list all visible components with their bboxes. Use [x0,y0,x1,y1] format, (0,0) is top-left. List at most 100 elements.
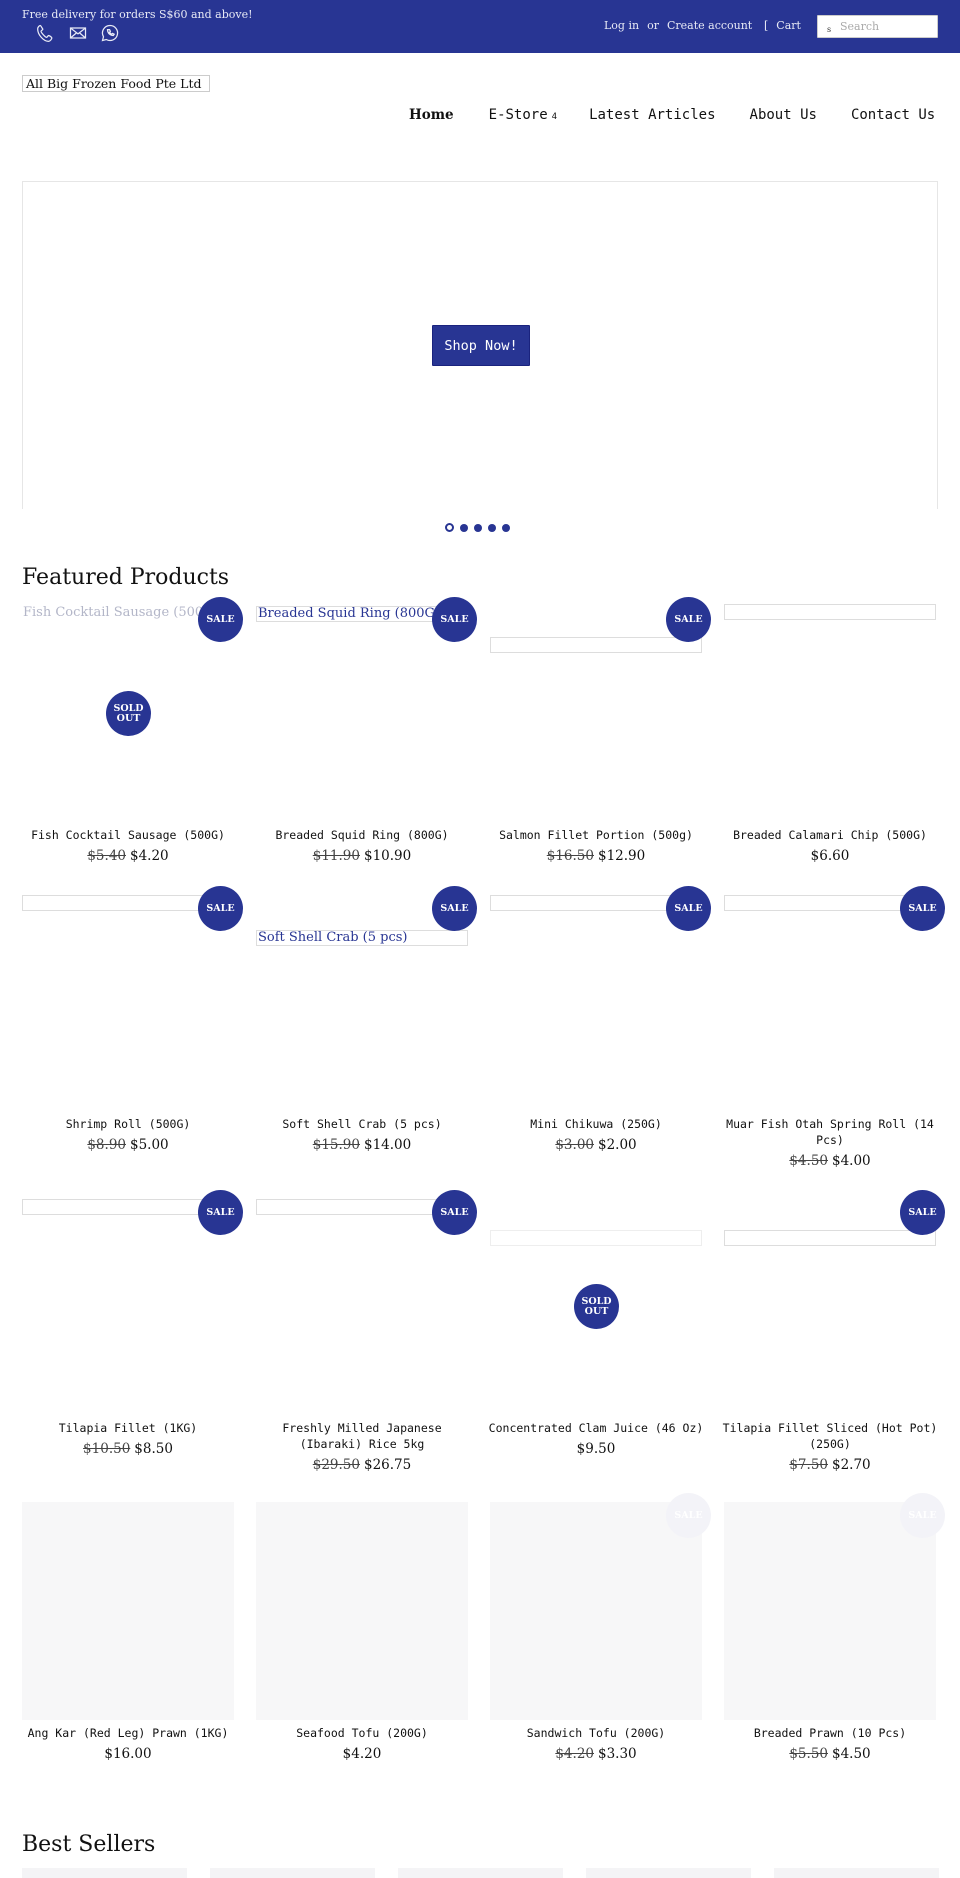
product-card[interactable]: Fish Cocktail Sausage (500G) SALE SOLD OU… [22,597,243,867]
sale-price: $2.70 [832,1457,871,1473]
product-name[interactable]: Seafood Tofu (200G) [250,1725,474,1741]
product-name[interactable]: Fish Cocktail Sausage (500G) [16,827,240,843]
shop-now-button[interactable]: Shop Now! [432,325,530,366]
product-card[interactable]: SALE Salmon Fillet Portion (500g) $16.50… [490,597,711,867]
sale-badge: SALE [666,886,711,931]
sale-badge: SALE [198,597,243,642]
original-price: $5.50 [789,1746,828,1762]
sale-badge: SALE [900,886,945,931]
sale-price: $4.50 [832,1746,871,1762]
product-name[interactable]: Shrimp Roll (500G) [16,1116,240,1132]
login-link[interactable]: Log in [604,19,639,32]
product-price: $7.50 $2.70 [724,1457,936,1473]
create-account-link[interactable]: Create account [667,19,752,32]
original-price: $7.50 [789,1457,828,1473]
chevron-down-icon: 4 [551,112,558,122]
slide-dot-1[interactable] [445,523,454,532]
nav-estore[interactable]: E-Store 4 [489,107,557,123]
product-card[interactable]: SALE Tilapia Fillet Sliced (Hot Pot) (25… [723,1190,945,1480]
product-image[interactable] [22,1502,234,1720]
product-image[interactable] [256,1502,468,1720]
best-seller-tile[interactable] [22,1868,187,1878]
sale-badge: SALE [666,1493,711,1538]
product-card[interactable]: Seafood Tofu (200G) $4.20 [256,1502,468,1772]
search-icon[interactable]: s [827,25,831,34]
regular-price: $9.50 [576,1441,616,1457]
slide-dot-2[interactable] [460,523,468,532]
phone-icon[interactable] [36,23,56,43]
product-card[interactable]: Soft Shell Crab (5 pcs) SALE Soft Shell … [256,886,477,1176]
original-price: $4.20 [555,1746,594,1762]
product-price: $8.90 $5.00 [22,1137,234,1153]
nav-contact-us[interactable]: Contact Us [851,107,935,123]
main-nav: Home E-Store 4 Latest Articles About Us C… [409,107,935,123]
product-name[interactable]: Breaded Prawn (10 Pcs) [718,1725,942,1741]
search-input[interactable] [840,17,935,36]
best-seller-tile[interactable] [586,1868,751,1878]
sale-price: $14.00 [364,1137,412,1153]
product-price: $5.40 $4.20 [22,848,234,864]
product-name[interactable]: Concentrated Clam Juice (46 Oz) [484,1420,708,1436]
product-name[interactable]: Salmon Fillet Portion (500g) [484,827,708,843]
product-name[interactable]: Breaded Calamari Chip (500G) [718,827,942,843]
product-card[interactable]: SALE Shrimp Roll (500G) $8.90 $5.00 [22,886,243,1176]
product-card[interactable]: SALE Breaded Prawn (10 Pcs) $5.50 $4.50 [724,1493,945,1772]
sale-price: $4.00 [832,1153,871,1169]
hero-slideshow: Shop Now! [22,181,938,509]
product-name[interactable]: Sandwich Tofu (200G) [484,1725,708,1741]
product-price: $10.50 $8.50 [22,1441,234,1457]
best-seller-tile[interactable] [210,1868,375,1878]
product-name[interactable]: Muar Fish Otah Spring Roll (14 Pcs) [718,1116,942,1148]
sale-price: $2.00 [598,1137,637,1153]
product-card[interactable]: Breaded Squid Ring (800G) SALE Breaded S… [256,597,477,867]
product-name[interactable]: Ang Kar (Red Leg) Prawn (1KG) [16,1725,240,1741]
nav-about-us[interactable]: About Us [750,107,817,123]
slide-dot-3[interactable] [474,523,482,532]
product-name[interactable]: Mini Chikuwa (250G) [484,1116,708,1132]
product-card[interactable]: SALE Muar Fish Otah Spring Roll (14 Pcs)… [724,886,945,1176]
product-card[interactable]: SALE Sandwich Tofu (200G) $4.20 $3.30 [490,1493,711,1772]
product-card[interactable]: SALE Mini Chikuwa (250G) $3.00 $2.00 [490,886,711,1176]
best-seller-tile[interactable] [774,1868,939,1878]
product-image-alt [490,637,702,653]
original-price: $10.50 [83,1441,131,1457]
product-name[interactable]: Tilapia Fillet Sliced (Hot Pot) (250G) [718,1420,942,1452]
whatsapp-icon[interactable] [100,23,120,43]
slide-dot-4[interactable] [488,523,496,532]
best-seller-tile[interactable] [398,1868,563,1878]
slide-dot-5[interactable] [502,523,510,532]
sale-price: $10.90 [364,848,412,864]
site-logo[interactable]: All Big Frozen Food Pte Ltd [22,75,210,92]
product-card[interactable]: Breaded Calamari Chip (500G) $6.60 [724,597,936,867]
product-price: $6.60 [724,848,936,864]
product-image[interactable] [724,1502,936,1720]
product-price: $11.90 $10.90 [256,848,468,864]
cart-link[interactable]: [ Cart [764,19,801,32]
product-name[interactable]: Tilapia Fillet (1KG) [16,1420,240,1436]
product-price: $16.00 [22,1746,234,1762]
mail-icon[interactable] [68,23,88,43]
nav-home[interactable]: Home [409,107,454,123]
regular-price: $16.00 [104,1746,152,1762]
product-image-alt: Soft Shell Crab (5 pcs) [256,930,468,946]
product-price: $4.20 [256,1746,468,1762]
product-card[interactable]: SOLD OUT Concentrated Clam Juice (46 Oz) … [489,1190,703,1480]
product-price: $29.50 $26.75 [256,1457,468,1473]
sold-out-badge: SOLD OUT [106,691,151,736]
original-price: $29.50 [312,1457,360,1473]
product-card[interactable]: SALE Tilapia Fillet (1KG) $10.50 $8.50 [22,1190,243,1480]
sale-price: $3.30 [598,1746,637,1762]
original-price: $11.90 [312,848,360,864]
product-name[interactable]: Breaded Squid Ring (800G) [250,827,474,843]
product-price: $9.50 [490,1441,702,1457]
product-image[interactable] [490,1502,702,1720]
product-image-alt [724,604,936,620]
nav-latest-articles[interactable]: Latest Articles [589,107,715,123]
regular-price: $6.60 [810,848,850,864]
product-name[interactable]: Freshly Milled Japanese (Ibaraki) Rice 5… [250,1420,474,1452]
product-card[interactable]: Ang Kar (Red Leg) Prawn (1KG) $16.00 [22,1502,234,1772]
nav-estore-label: E-Store [488,107,548,123]
product-card[interactable]: SALE Freshly Milled Japanese (Ibaraki) R… [256,1190,477,1480]
sale-badge: SALE [900,1493,945,1538]
product-name[interactable]: Soft Shell Crab (5 pcs) [250,1116,474,1132]
